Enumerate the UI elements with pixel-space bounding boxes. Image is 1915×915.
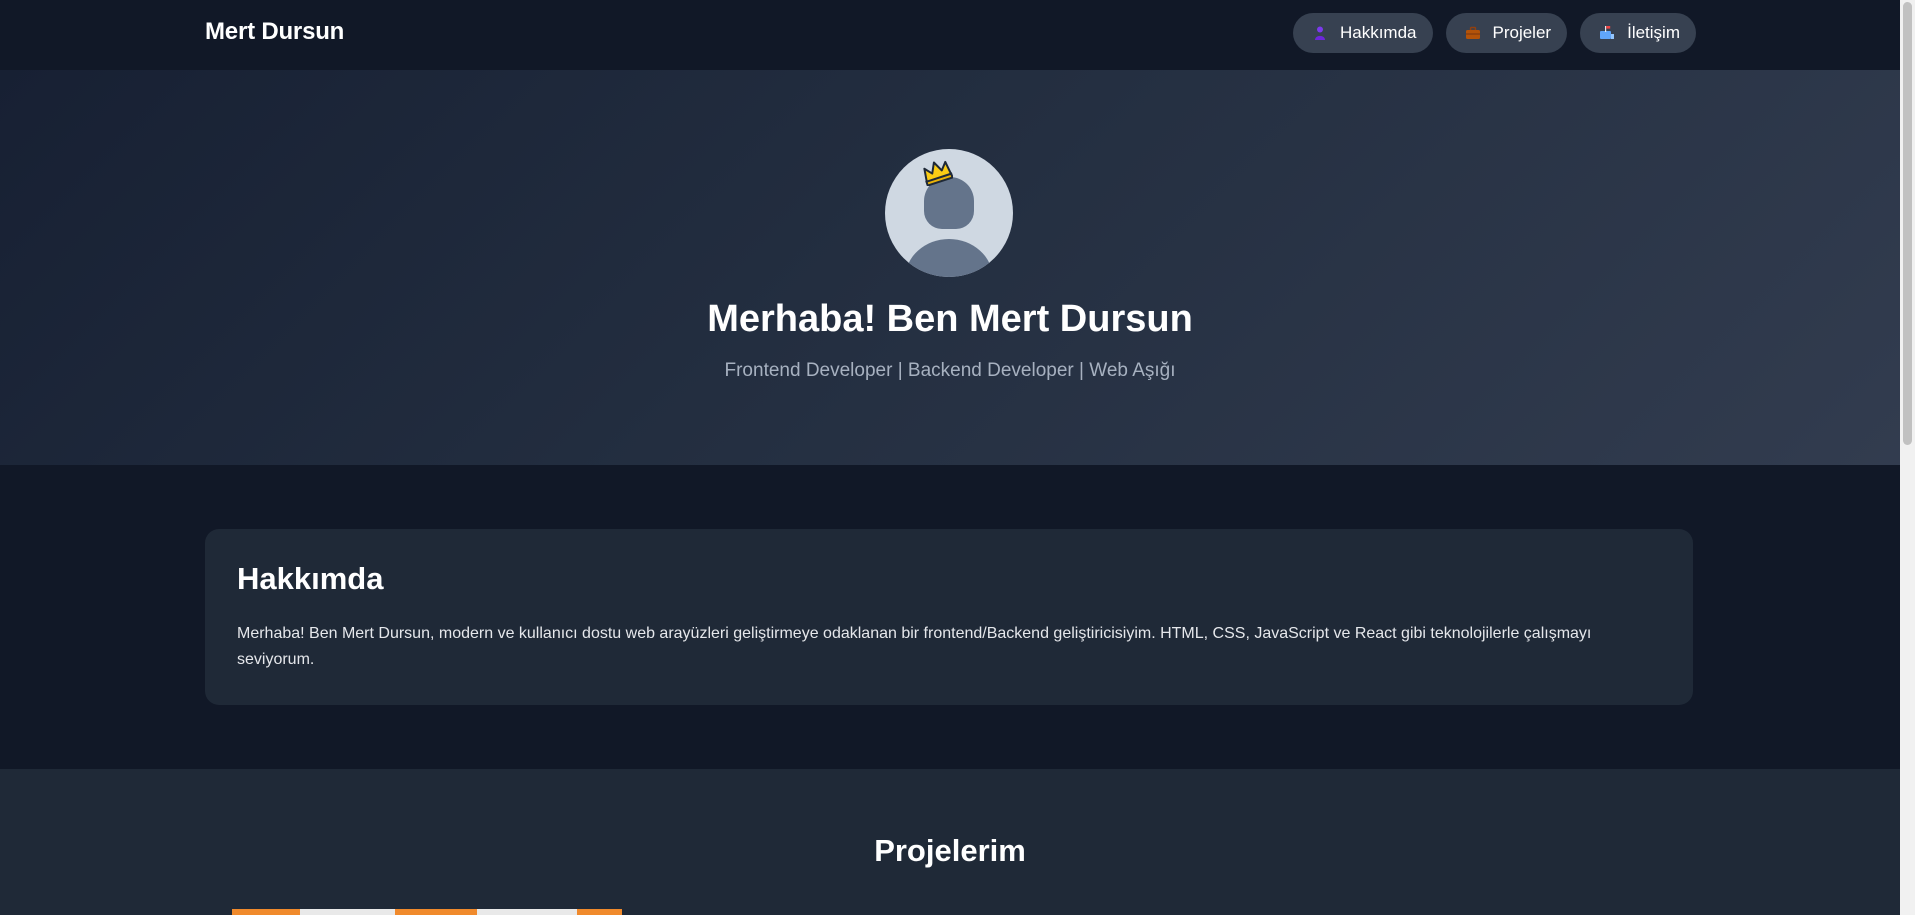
projects-section: Projelerim bbox=[0, 769, 1900, 915]
project-thumbnail[interactable] bbox=[232, 909, 622, 915]
brand-name[interactable]: Mert Dursun bbox=[205, 18, 344, 46]
nav-contact-label: İletişim bbox=[1627, 23, 1680, 42]
nav-projects-label: Projeler bbox=[1492, 23, 1552, 42]
projects-title: Projelerim bbox=[874, 833, 1026, 868]
page-scrollbar[interactable] bbox=[1900, 0, 1915, 915]
about-text: Merhaba! Ben Mert Dursun, modern ve kull… bbox=[237, 625, 1592, 668]
main-nav: Hakkımda Projeler İletişim bbox=[1292, 13, 1696, 53]
about-title: Hakkımda bbox=[237, 561, 384, 596]
page: Mert Dursun Hakkımda Projeler İletişim M… bbox=[0, 0, 1900, 915]
briefcase-icon bbox=[1465, 25, 1481, 41]
nav-about-button[interactable]: Hakkımda bbox=[1292, 13, 1433, 53]
nav-contact-button[interactable]: İletişim bbox=[1580, 13, 1696, 53]
scrollbar-thumb[interactable] bbox=[1903, 2, 1912, 445]
mailbox-icon bbox=[1599, 25, 1615, 41]
hero-subtitle: Frontend Developer | Backend Developer |… bbox=[724, 360, 1176, 381]
nav-about-label: Hakkımda bbox=[1339, 23, 1417, 42]
about-card: Hakkımda Merhaba! Ben Mert Dursun, moder… bbox=[205, 529, 1693, 705]
hero-title: Merhaba! Ben Mert Dursun bbox=[707, 298, 1193, 340]
crown-icon bbox=[923, 160, 953, 186]
hero-section: Merhaba! Ben Mert Dursun Frontend Develo… bbox=[0, 70, 1900, 465]
site-header: Mert Dursun Hakkımda Projeler İletişim bbox=[0, 0, 1900, 71]
person-icon bbox=[1312, 25, 1328, 41]
nav-projects-button[interactable]: Projeler bbox=[1445, 13, 1568, 53]
